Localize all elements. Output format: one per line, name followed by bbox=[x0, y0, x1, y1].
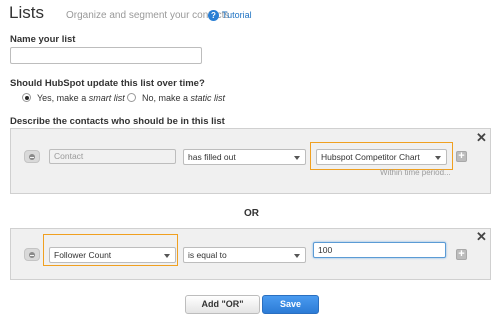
filter-2-property-value: Follower Count bbox=[54, 250, 112, 260]
add-or-button[interactable]: Add "OR" bbox=[185, 295, 260, 314]
static-list-radio[interactable] bbox=[127, 93, 136, 102]
add-filter-icon[interactable]: + bbox=[456, 151, 467, 162]
smart-list-label-emphasis: smart list bbox=[88, 93, 125, 103]
close-icon[interactable]: ✕ bbox=[476, 131, 487, 144]
filter-2-property-select[interactable]: Follower Count bbox=[49, 247, 176, 263]
filter-1-value-select[interactable]: Hubspot Competitor Chart bbox=[316, 149, 447, 165]
page-subtitle: Organize and segment your contacts bbox=[66, 10, 230, 21]
describe-contacts-label: Describe the contacts who should be in t… bbox=[10, 116, 225, 127]
smart-list-radio[interactable] bbox=[22, 93, 31, 102]
page-title: Lists bbox=[9, 3, 44, 22]
save-button[interactable]: Save bbox=[262, 295, 319, 314]
close-icon[interactable]: ✕ bbox=[476, 230, 487, 243]
filter-2-value-input[interactable] bbox=[313, 242, 446, 258]
filter-2-operator-value: is equal to bbox=[188, 250, 227, 260]
tutorial-link[interactable]: Tutorial bbox=[222, 10, 252, 20]
chevron-down-icon bbox=[294, 254, 300, 258]
remove-filter-icon[interactable] bbox=[24, 150, 40, 163]
filter-1-operator-value: has filled out bbox=[188, 152, 236, 162]
chevron-down-icon bbox=[435, 156, 441, 160]
filter-1-operator-select[interactable]: has filled out bbox=[183, 149, 306, 165]
filter-2-operator-select[interactable]: is equal to bbox=[183, 247, 306, 263]
static-list-label[interactable]: No, make a static list bbox=[142, 93, 225, 103]
help-icon[interactable]: ? bbox=[208, 10, 219, 21]
name-field-label: Name your list bbox=[10, 34, 76, 45]
within-time-period-link[interactable]: Within time period... bbox=[380, 168, 451, 177]
static-list-label-prefix: No, make a bbox=[142, 93, 191, 103]
list-name-input[interactable] bbox=[10, 47, 202, 64]
chevron-down-icon bbox=[294, 156, 300, 160]
filter-1-value: Hubspot Competitor Chart bbox=[321, 152, 420, 162]
chevron-down-icon bbox=[164, 254, 170, 258]
remove-filter-icon[interactable] bbox=[24, 248, 40, 261]
or-separator: OR bbox=[244, 208, 259, 219]
update-question-label: Should HubSpot update this list over tim… bbox=[10, 78, 205, 89]
static-list-label-emphasis: static list bbox=[190, 93, 226, 103]
add-filter-icon[interactable]: + bbox=[456, 249, 467, 260]
filter-1-property-field[interactable]: Contact bbox=[49, 149, 176, 164]
smart-list-label-prefix: Yes, make a bbox=[37, 93, 89, 103]
smart-list-label[interactable]: Yes, make a smart list bbox=[37, 93, 125, 103]
